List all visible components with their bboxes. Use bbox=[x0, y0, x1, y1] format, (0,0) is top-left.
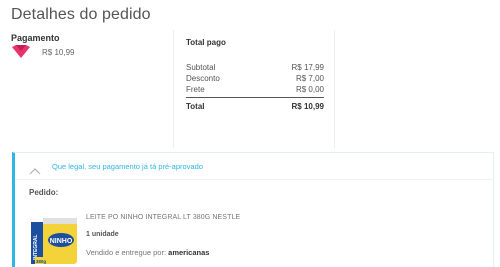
product-quantity: 1 unidade bbox=[86, 231, 119, 238]
seller-name: americanas bbox=[168, 248, 210, 257]
summary-row-value: R$ 17,99 bbox=[291, 63, 324, 72]
summary-row-value: R$ 0,00 bbox=[295, 85, 324, 94]
page-title: Detalhes do pedido bbox=[11, 6, 151, 23]
summary-row-label: Subtotal bbox=[186, 63, 216, 72]
product-info: LEITE PO NINHO INTEGRAL LT 380G NESTLE 1… bbox=[86, 214, 240, 257]
summary-row-label: Frete bbox=[186, 85, 205, 94]
summary-row-shipping: Frete R$ 0,00 bbox=[186, 84, 324, 95]
order-label: Pedido: bbox=[29, 188, 59, 197]
approval-panel: Que legal, seu pagamento já tá pré-aprov… bbox=[12, 152, 494, 267]
seller-prefix: Vendido e entregue por: bbox=[86, 248, 167, 257]
summary-row-subtotal: Subtotal R$ 17,99 bbox=[186, 62, 324, 73]
summary-title: Total pago bbox=[186, 38, 226, 47]
summary-row-label: Desconto bbox=[186, 74, 220, 83]
card-brand-icon bbox=[11, 45, 31, 59]
total-value: R$ 10,99 bbox=[291, 102, 324, 111]
approval-header[interactable]: Que legal, seu pagamento já tá pré-aprov… bbox=[15, 153, 493, 179]
product-image-sublabel: INTEGRAL bbox=[33, 234, 39, 260]
summary-row-discount: Desconto R$ 7,00 bbox=[186, 73, 324, 84]
summary-divider bbox=[186, 97, 324, 98]
summary-rows: Subtotal R$ 17,99 Desconto R$ 7,00 Frete… bbox=[186, 62, 324, 112]
payment-summary: Total pago Subtotal R$ 17,99 Desconto R$… bbox=[173, 30, 335, 148]
payment-method-row: R$ 10,99 bbox=[11, 45, 74, 59]
total-label: Total bbox=[186, 102, 205, 111]
approval-message: Que legal, seu pagamento já tá pré-aprov… bbox=[52, 161, 203, 171]
summary-row-value: R$ 7,00 bbox=[295, 74, 324, 83]
payment-label: Pagamento bbox=[11, 33, 60, 43]
payment-amount: R$ 10,99 bbox=[42, 47, 75, 57]
approval-divider bbox=[15, 179, 493, 180]
product-seller: Vendido e entregue por: americanas bbox=[86, 248, 240, 257]
product-image-brand: NINHO bbox=[50, 238, 73, 245]
product-image-weight: 380g bbox=[36, 259, 47, 264]
summary-row-total: Total R$ 10,99 bbox=[186, 101, 324, 112]
product-image[interactable]: INTEGRAL NINHO 380g bbox=[29, 214, 79, 266]
chevron-up-icon[interactable] bbox=[29, 162, 41, 175]
product-name[interactable]: LEITE PO NINHO INTEGRAL LT 380G NESTLE bbox=[86, 214, 240, 221]
payment-section: Pagamento R$ 10,99 bbox=[11, 33, 74, 59]
